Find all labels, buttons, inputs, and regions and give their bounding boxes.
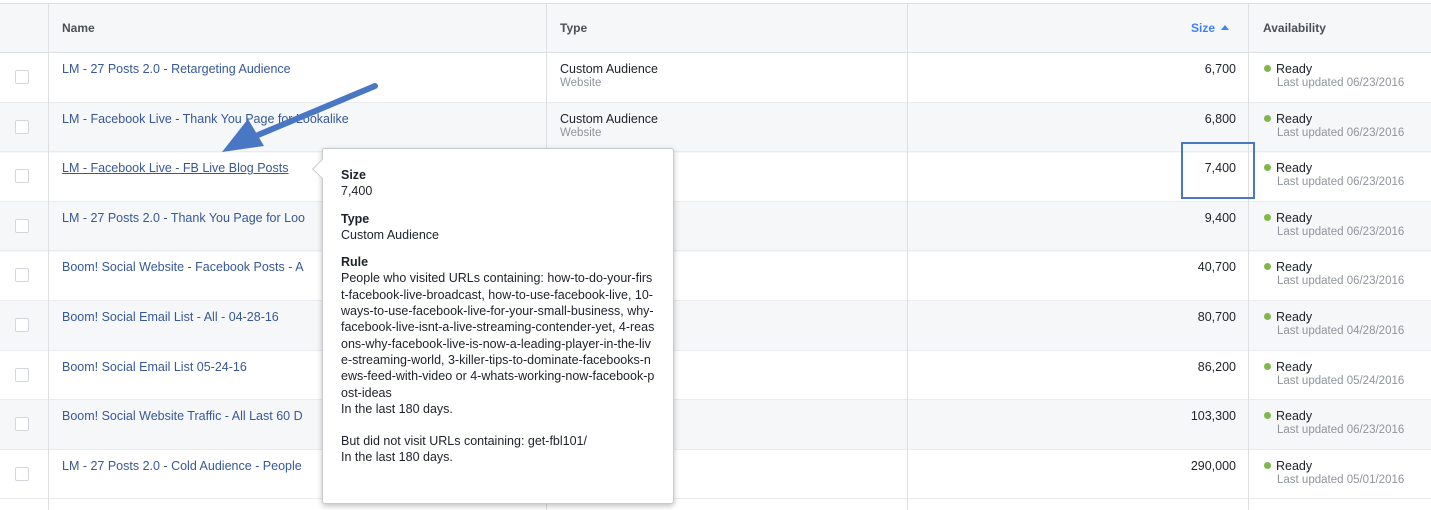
tooltip-rule-period: In the last 180 days.: [341, 401, 453, 416]
tooltip-exclude-period: In the last 180 days.: [341, 450, 453, 465]
tooltip-rule-section: Rule People who visited URLs containing:…: [341, 254, 655, 466]
tooltip-type-label: Type: [341, 211, 370, 226]
tooltip-rule-label: Rule: [341, 255, 369, 270]
tooltip-size-value: 7,400: [341, 184, 373, 199]
tooltip-exclude-text: But did not visit URLs containing: get-f…: [341, 434, 587, 449]
tooltip-type-value: Custom Audience: [341, 227, 439, 242]
tooltip-size-label: Size: [341, 168, 367, 182]
tooltip-type-section: Type Custom Audience: [341, 211, 655, 244]
annotation-arrow-icon: [222, 83, 378, 152]
audience-details-tooltip: Size 7,400 Type Custom Audience Rule Peo…: [312, 148, 674, 504]
tooltip-rule-text: People who visited URLs containing: how-…: [341, 271, 655, 400]
tooltip-size-section: Size 7,400: [341, 167, 655, 200]
